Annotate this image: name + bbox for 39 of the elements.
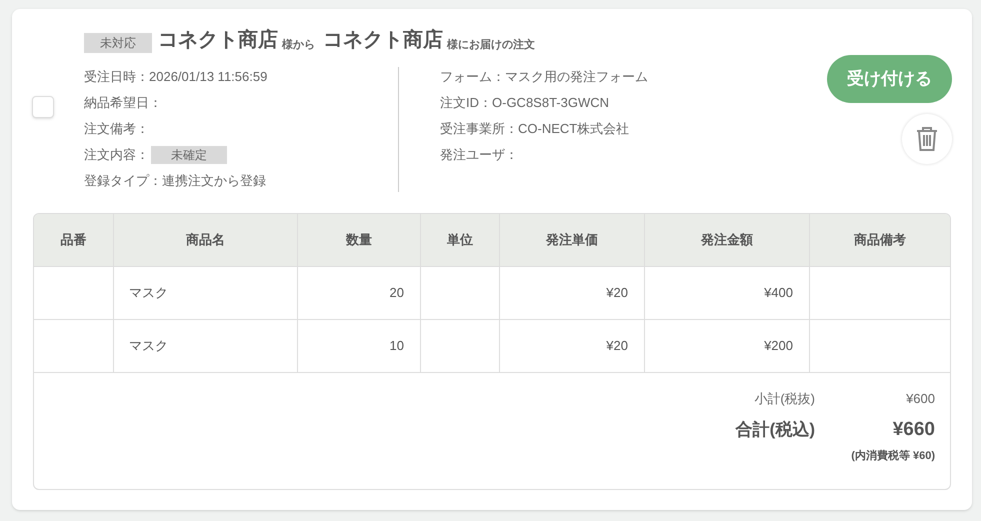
column-header: 発注単価: [546, 231, 598, 250]
table-cell-text: ¥400: [764, 284, 793, 302]
table-cell-text: マスク: [129, 337, 168, 356]
info-field: 注文内容：: [84, 145, 149, 165]
shop-suffix: 様にお届けの注文: [447, 38, 535, 52]
table-cell-text: 10: [390, 337, 404, 356]
table-cell-text: ¥200: [764, 337, 793, 356]
info-field: 受注日時：2026/01/13 11:56:59: [84, 67, 268, 87]
accept-button[interactable]: 受け付ける: [827, 55, 952, 103]
info-field: フォーム：マスク用の発注フォーム: [440, 67, 648, 87]
shop-name: コネクト商店: [323, 28, 443, 53]
column-header: 単位: [447, 231, 473, 250]
info-field: 納品希望日：: [84, 93, 162, 113]
trash-icon: [915, 126, 939, 152]
table-cell-text: ¥20: [606, 284, 628, 302]
column-header: 商品備考: [854, 231, 906, 250]
info-field: 発注ユーザ：: [440, 145, 518, 165]
info-field: 受注事業所：CO-NECT株式会社: [440, 119, 630, 139]
column-header: 品番: [60, 231, 86, 250]
info-field: 注文ID：O-GC8S8T-3GWCN: [440, 93, 610, 113]
delete-button[interactable]: [902, 114, 952, 164]
content-badge: 未確定: [151, 146, 227, 164]
info-field: 登録タイプ：連携注文から登録: [84, 171, 266, 191]
total-label: 合計(税込): [736, 419, 815, 442]
subtotal-label: 小計(税抜): [754, 390, 815, 408]
total-value: ¥660: [892, 418, 935, 442]
info-field: 注文備考：: [84, 119, 149, 139]
shop-suffix: 様から: [282, 38, 315, 52]
shop-name: コネクト商店: [158, 28, 278, 53]
status-badge: 未対応: [84, 33, 152, 53]
column-header: 商品名: [186, 231, 225, 250]
column-header: 発注金額: [701, 231, 753, 250]
table-cell-text: 20: [390, 284, 404, 302]
subtotal-value: ¥600: [905, 390, 935, 408]
checkbox[interactable]: [32, 96, 54, 118]
column-header: 数量: [346, 231, 372, 250]
table-cell-text: ¥20: [606, 337, 628, 356]
tax-note: (内消費税等 ¥60): [851, 448, 935, 464]
table-cell-text: マスク: [129, 284, 168, 302]
